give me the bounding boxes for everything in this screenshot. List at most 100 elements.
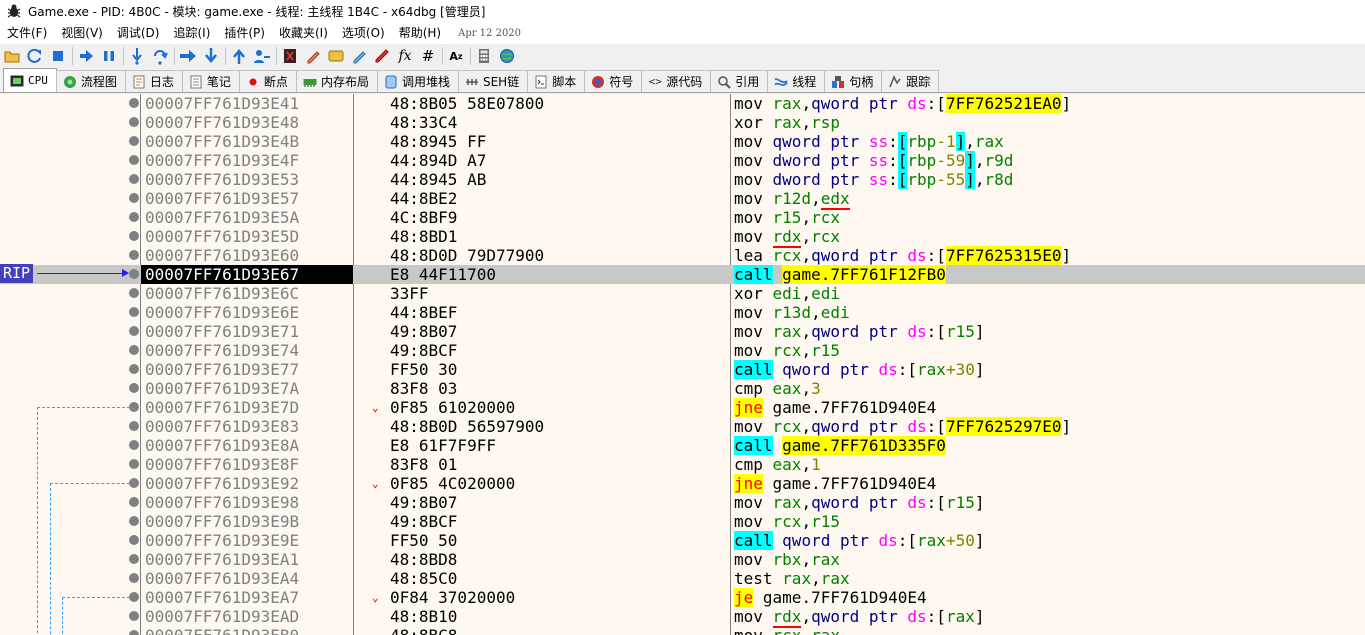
disasm-row[interactable]: 00007FF761D93EA7 ⌄ 0F84 37020000 je game.7F…: [0, 588, 1365, 607]
disasm-row[interactable]: 00007FF761D93E74 49:8BCF mov rcx,r15: [0, 341, 1365, 360]
tab-log[interactable]: 日志: [124, 70, 183, 92]
disasm-row[interactable]: 00007FF761D93E7D ⌄ 0F85 61020000 jne game.7…: [0, 398, 1365, 417]
breakpoint-dot[interactable]: [129, 288, 139, 298]
breakpoint-dot[interactable]: [129, 250, 139, 260]
breakpoint-dot[interactable]: [129, 155, 139, 165]
execute-till-return-icon[interactable]: [230, 47, 248, 65]
menu-trace[interactable]: 追踪(I): [166, 22, 217, 44]
bookmark-icon[interactable]: [350, 47, 368, 65]
stop-icon[interactable]: [49, 47, 67, 65]
disasm-row[interactable]: 00007FF761D93EA4 48:85C0 test rax,rax: [0, 569, 1365, 588]
tab-notes[interactable]: 笔记: [181, 70, 240, 92]
breakpoint-dot[interactable]: [129, 421, 139, 431]
breakpoint-dot[interactable]: [129, 231, 139, 241]
tab-source[interactable]: <> 源代码: [641, 70, 712, 92]
disasm-row-current[interactable]: 00007FF761D93E67 E8 44F11700 call game.7FF…: [0, 265, 1365, 284]
breakpoint-dot[interactable]: [129, 402, 139, 412]
disasm-row[interactable]: 00007FF761D93E9E FF50 50 call qword ptr ds…: [0, 531, 1365, 550]
hash-icon[interactable]: #: [419, 47, 437, 65]
disasm-row[interactable]: 00007FF761D93E9B 49:8BCF mov rcx,r15: [0, 512, 1365, 531]
run-to-user-code-icon[interactable]: [253, 47, 271, 65]
disassembly-panel[interactable]: 00007FF761D93E41 48:8B05 58E07800 mov rax,…: [0, 94, 1365, 635]
menu-file[interactable]: 文件(F): [0, 22, 54, 44]
run-icon[interactable]: [77, 47, 95, 65]
breakpoint-dot[interactable]: [129, 516, 139, 526]
disasm-row[interactable]: 00007FF761D93E71 49:8B07 mov rax,qword ptr…: [0, 322, 1365, 341]
breakpoint-dot[interactable]: [129, 136, 139, 146]
breakpoint-dot[interactable]: [129, 174, 139, 184]
disasm-row[interactable]: 00007FF761D93E57 44:8BE2 mov r12d,edx: [0, 189, 1365, 210]
breakpoint-dot[interactable]: [129, 326, 139, 336]
menu-debug[interactable]: 调试(D): [110, 22, 167, 44]
disasm-row[interactable]: 00007FF761D93E98 49:8B07 mov rax,qword ptr…: [0, 493, 1365, 512]
disasm-row[interactable]: 00007FF761D93E8A E8 61F7F9FF call game.7FF…: [0, 436, 1365, 455]
tab-cpu[interactable]: CPU: [3, 68, 57, 92]
tab-trace[interactable]: 跟踪: [881, 70, 940, 92]
disasm-row[interactable]: 00007FF761D93E5A 4C:8BF9 mov r15,rcx: [0, 208, 1365, 227]
disasm-row[interactable]: 00007FF761D93E83 48:8B0D 56597900 mov rcx,…: [0, 417, 1365, 436]
tab-handles[interactable]: 句柄: [824, 70, 883, 92]
disasm-row[interactable]: 00007FF761D93E48 48:33C4 xor rax,rsp: [0, 113, 1365, 132]
globe-icon[interactable]: [498, 47, 516, 65]
tab-breakpoints[interactable]: 断点: [238, 70, 297, 92]
disasm-row[interactable]: 00007FF761D93E41 48:8B05 58E07800 mov rax,…: [0, 94, 1365, 113]
fx-icon[interactable]: fx: [396, 47, 414, 65]
tab-threads[interactable]: 线程: [767, 70, 826, 92]
step-into-icon[interactable]: [128, 47, 146, 65]
disasm-row[interactable]: 00007FF761D93E5D 48:8BD1 mov rdx,rcx: [0, 227, 1365, 248]
tab-references[interactable]: 引用: [710, 70, 769, 92]
breakpoint-dot[interactable]: [129, 535, 139, 545]
disasm-row[interactable]: 00007FF761D93EB0 48:8BC8 mov rcx,rax: [0, 626, 1365, 635]
breakpoint-dot[interactable]: [129, 193, 139, 203]
disasm-row[interactable]: 00007FF761D93E6C 33FF xor edi,edi: [0, 284, 1365, 303]
disasm-row[interactable]: 00007FF761D93E53 44:8945 AB mov dword ptr …: [0, 170, 1365, 189]
tab-seh-chain[interactable]: SEH链: [457, 70, 529, 92]
disasm-row[interactable]: 00007FF761D93E4B 48:8945 FF mov qword ptr …: [0, 132, 1365, 151]
disasm-row[interactable]: 00007FF761D93E92 ⌄ 0F85 4C020000 jne game.7…: [0, 474, 1365, 493]
disasm-row[interactable]: 00007FF761D93EAD 48:8B10 mov rdx,qword ptr…: [0, 607, 1365, 628]
breakpoint-dot[interactable]: [129, 269, 139, 279]
breakpoint-dot[interactable]: [129, 478, 139, 488]
breakpoint-dot[interactable]: [129, 98, 139, 108]
breakpoint-dot[interactable]: [129, 117, 139, 127]
comment-icon[interactable]: [304, 47, 322, 65]
breakpoint-dot[interactable]: [129, 459, 139, 469]
label-icon[interactable]: [327, 47, 345, 65]
open-icon[interactable]: [3, 47, 21, 65]
trace-over-icon[interactable]: [202, 47, 220, 65]
calculator-icon[interactable]: [475, 47, 493, 65]
breakpoint-dot[interactable]: [129, 383, 139, 393]
breakpoint-dot[interactable]: [129, 630, 139, 635]
disasm-row[interactable]: 00007FF761D93E60 48:8D0D 79D77900 lea rcx,…: [0, 246, 1365, 265]
function-icon[interactable]: [373, 47, 391, 65]
tab-call-stack[interactable]: 调用堆栈: [376, 70, 459, 92]
breakpoint-dot[interactable]: [129, 554, 139, 564]
font-icon[interactable]: Az: [447, 47, 465, 65]
disasm-row[interactable]: 00007FF761D93E6E 44:8BEF mov r13d,edi: [0, 303, 1365, 322]
tab-symbols[interactable]: 符号: [584, 70, 643, 92]
breakpoint-dot[interactable]: [129, 307, 139, 317]
menu-plugins[interactable]: 插件(P): [217, 22, 272, 44]
trace-into-icon[interactable]: [179, 47, 197, 65]
disasm-row[interactable]: 00007FF761D93E8F 83F8 01 cmp eax,1: [0, 455, 1365, 474]
tab-script[interactable]: 脚本: [527, 70, 586, 92]
disasm-row[interactable]: 00007FF761D93E7A 83F8 03 cmp eax,3: [0, 379, 1365, 398]
breakpoint-dot[interactable]: [129, 573, 139, 583]
disasm-row[interactable]: 00007FF761D93E77 FF50 30 call qword ptr ds…: [0, 360, 1365, 379]
breakpoint-dot[interactable]: [129, 592, 139, 602]
breakpoint-dot[interactable]: [129, 440, 139, 450]
pause-icon[interactable]: [100, 47, 118, 65]
disasm-row[interactable]: 00007FF761D93EA1 48:8BD8 mov rbx,rax: [0, 550, 1365, 569]
disasm-row[interactable]: 00007FF761D93E4F 44:894D A7 mov dword ptr …: [0, 151, 1365, 170]
tab-graph[interactable]: 流程图: [55, 70, 126, 92]
menu-favourites[interactable]: 收藏夹(I): [272, 22, 335, 44]
breakpoint-dot[interactable]: [129, 497, 139, 507]
breakpoint-dot[interactable]: [129, 212, 139, 222]
menu-help[interactable]: 帮助(H): [392, 22, 448, 44]
breakpoint-dot[interactable]: [129, 364, 139, 374]
scylla-icon[interactable]: [281, 47, 299, 65]
restart-icon[interactable]: [26, 47, 44, 65]
step-over-icon[interactable]: [151, 47, 169, 65]
breakpoint-dot[interactable]: [129, 611, 139, 621]
tab-memory-map[interactable]: 内存布局: [295, 70, 378, 92]
